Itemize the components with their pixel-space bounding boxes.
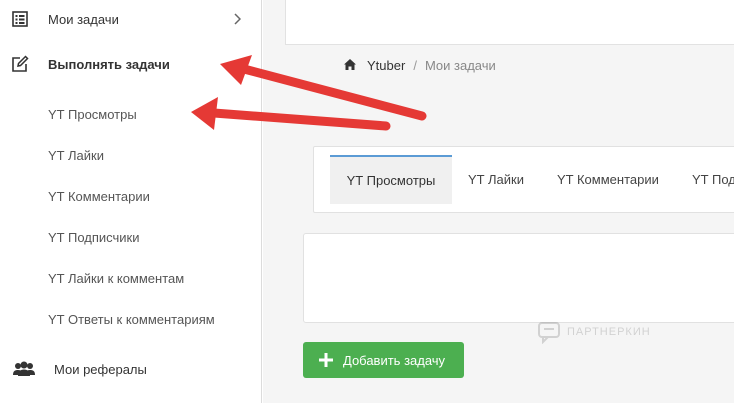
- sidebar: Мои задачи Выполнять задачи YT Просмотры…: [0, 0, 262, 403]
- tab-yt-views[interactable]: YT Просмотры: [330, 155, 452, 204]
- watermark-text: ПАРТНЕРКИН: [567, 326, 651, 338]
- add-task-button-label: Добавить задачу: [343, 352, 446, 368]
- chevron-right-icon: [232, 12, 242, 26]
- tabs-bar: YT Просмотры YT Лайки YT Комментарии YT …: [313, 146, 734, 213]
- breadcrumb-link-ytuber[interactable]: Ytuber: [367, 58, 405, 73]
- tasks-panel: [303, 233, 734, 323]
- top-bar: [285, 0, 734, 45]
- sidebar-subitem-label: YT Лайки к комментам: [48, 270, 185, 286]
- add-task-button[interactable]: Добавить задачу: [303, 342, 464, 378]
- sidebar-subitem-yt-comments[interactable]: YT Комментарии: [0, 178, 262, 214]
- tab-label: YT Лайки: [468, 172, 524, 187]
- sidebar-subitem-label: YT Лайки: [48, 147, 104, 163]
- sidebar-subitem-yt-likes[interactable]: YT Лайки: [0, 137, 262, 173]
- list-icon: [10, 9, 30, 29]
- watermark: ПАРТНЕРКИН: [537, 320, 651, 344]
- breadcrumb-current: Мои задачи: [424, 57, 496, 73]
- tab-yt-likes[interactable]: YT Лайки: [468, 155, 524, 204]
- tab-label: YT Комментарии: [557, 172, 659, 187]
- breadcrumb-separator: /: [413, 57, 417, 73]
- sidebar-item-referrals[interactable]: Мои рефералы: [0, 351, 262, 387]
- sidebar-subitem-label: YT Комментарии: [48, 188, 150, 204]
- tab-yt-subscribers[interactable]: YT Под: [692, 155, 734, 204]
- plus-icon: [318, 352, 334, 368]
- users-icon: [12, 359, 36, 379]
- sidebar-subitem-yt-subscribers[interactable]: YT Подписчики: [0, 219, 262, 255]
- sidebar-item-referrals-label: Мои рефералы: [54, 361, 147, 377]
- sidebar-subitem-yt-comment-replies[interactable]: YT Ответы к комментариям: [0, 301, 262, 337]
- home-icon[interactable]: [343, 58, 357, 72]
- tab-label: YT Просмотры: [346, 173, 436, 188]
- sidebar-item-my-tasks[interactable]: Мои задачи: [0, 1, 262, 37]
- sidebar-subitem-label: YT Просмотры: [48, 106, 137, 122]
- sidebar-subitem-label: YT Подписчики: [48, 229, 140, 245]
- chat-bubble-icon: [538, 322, 560, 344]
- sidebar-subitem-yt-comment-likes[interactable]: YT Лайки к комментам: [0, 260, 262, 296]
- sidebar-item-my-tasks-label: Мои задачи: [48, 11, 119, 27]
- sidebar-item-do-tasks[interactable]: Выполнять задачи: [0, 46, 262, 82]
- sidebar-subitem-label: YT Ответы к комментариям: [48, 311, 215, 327]
- sidebar-item-do-tasks-label: Выполнять задачи: [48, 56, 170, 72]
- tab-yt-comments[interactable]: YT Комментарии: [557, 155, 659, 204]
- tab-label: YT Под: [692, 172, 734, 187]
- main-content: Ytuber / Мои задачи YT Просмотры YT Лайк…: [263, 0, 734, 403]
- breadcrumb: Ytuber / Мои задачи: [343, 56, 496, 74]
- edit-icon: [10, 54, 30, 74]
- sidebar-subitem-yt-views[interactable]: YT Просмотры: [0, 96, 262, 132]
